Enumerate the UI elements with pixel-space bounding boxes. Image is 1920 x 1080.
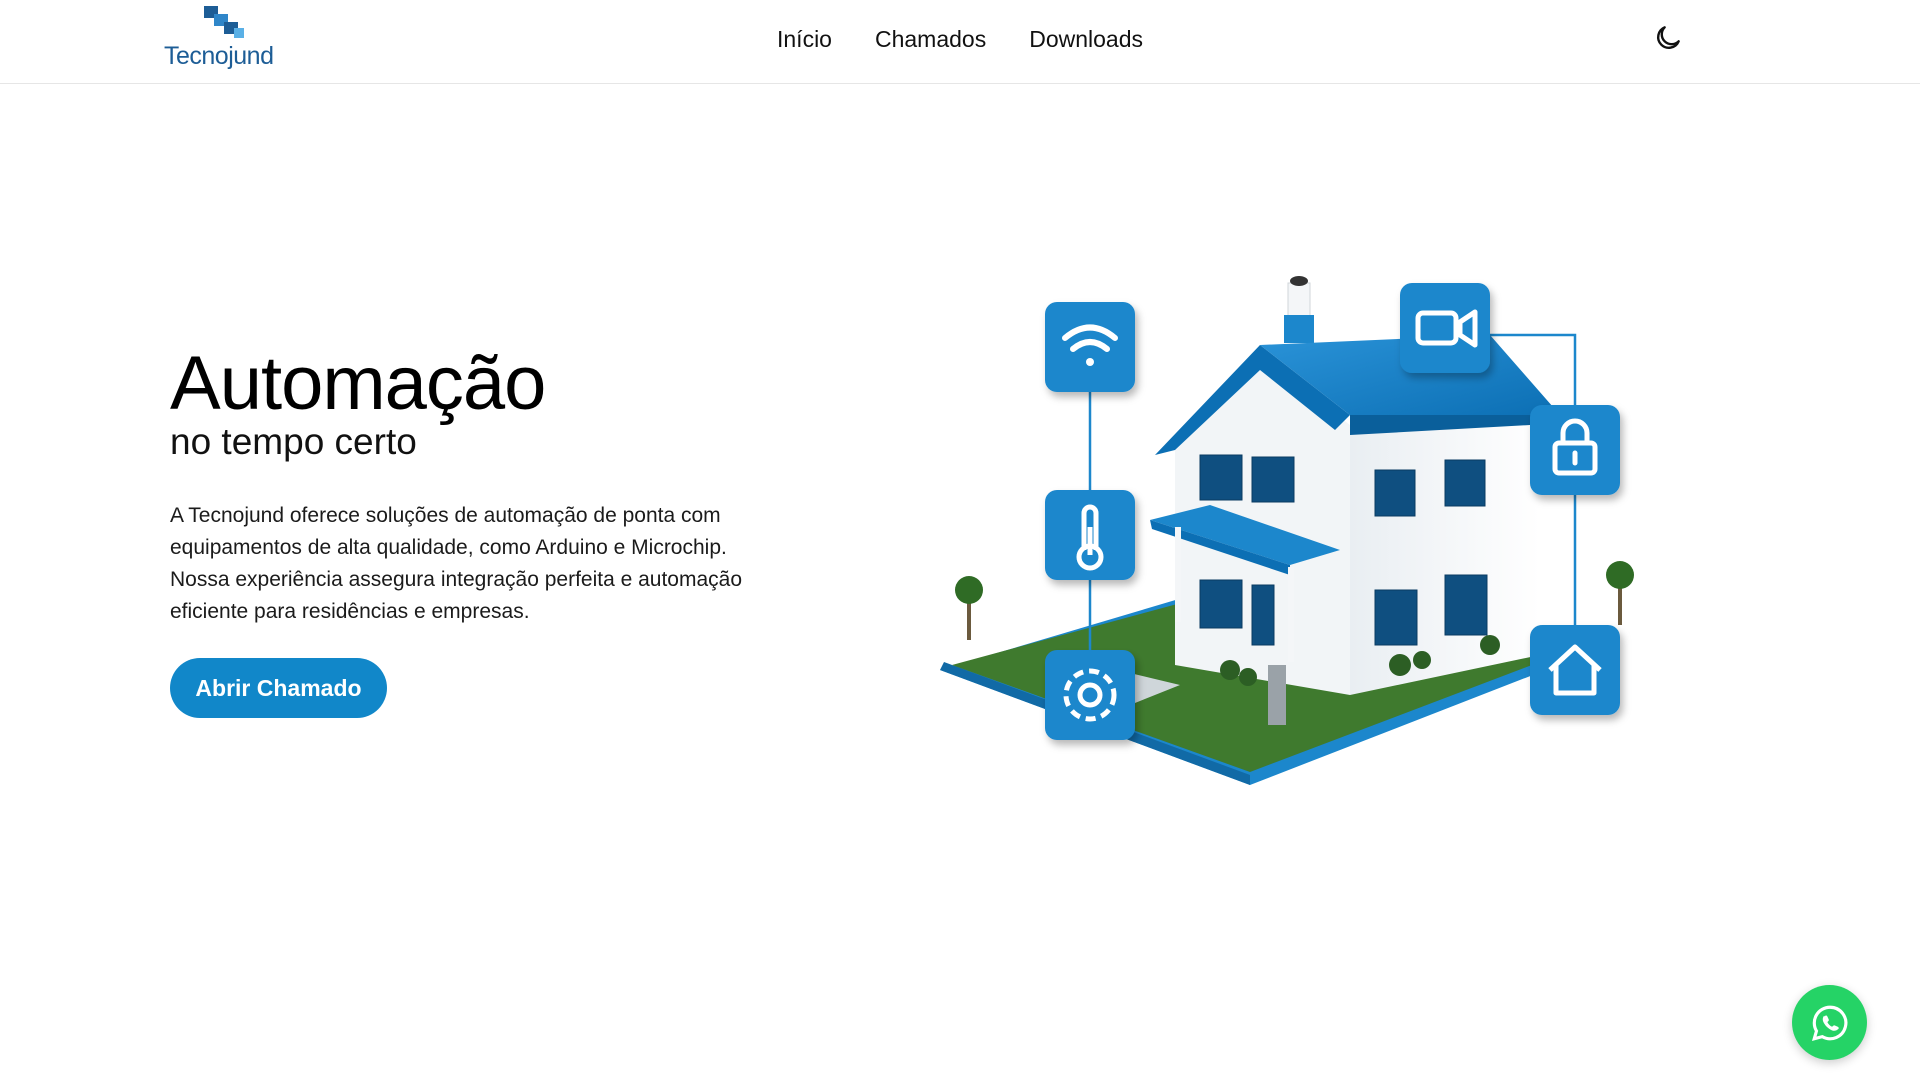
video-camera-tile: [1400, 283, 1490, 373]
wifi-tile: [1045, 302, 1135, 392]
hero-subtitle: no tempo certo: [170, 421, 417, 462]
site-header: Tecnojund Início Chamados Downloads: [0, 0, 1920, 84]
hero-description: A Tecnojund oferece soluções de automaçã…: [170, 504, 743, 623]
brand-name: Tecnojund: [164, 42, 274, 70]
logo-squares-icon: [204, 6, 244, 38]
palm-tree-right: [1606, 561, 1634, 625]
hero-title: Automação: [170, 341, 546, 426]
main-nav: Início Chamados Downloads: [777, 26, 1143, 53]
lock-tile: [1530, 405, 1620, 495]
thermometer-tile: [1045, 490, 1135, 580]
theme-toggle-button[interactable]: [1652, 22, 1684, 54]
whatsapp-icon: [1811, 1005, 1847, 1041]
brand-logo[interactable]: Tecnojund: [164, 6, 294, 72]
palm-tree-left: [955, 576, 983, 640]
whatsapp-button[interactable]: [1792, 985, 1867, 1060]
moon-icon: [1657, 26, 1680, 49]
nav-item-inicio[interactable]: Início: [777, 26, 832, 53]
nav-item-downloads[interactable]: Downloads: [1029, 26, 1143, 53]
nav-item-chamados[interactable]: Chamados: [875, 26, 986, 53]
gear-tile: [1045, 650, 1135, 740]
home-tile: [1530, 625, 1620, 715]
smart-home-illustration: [940, 276, 1634, 785]
open-ticket-button[interactable]: Abrir Chamado: [170, 658, 387, 718]
